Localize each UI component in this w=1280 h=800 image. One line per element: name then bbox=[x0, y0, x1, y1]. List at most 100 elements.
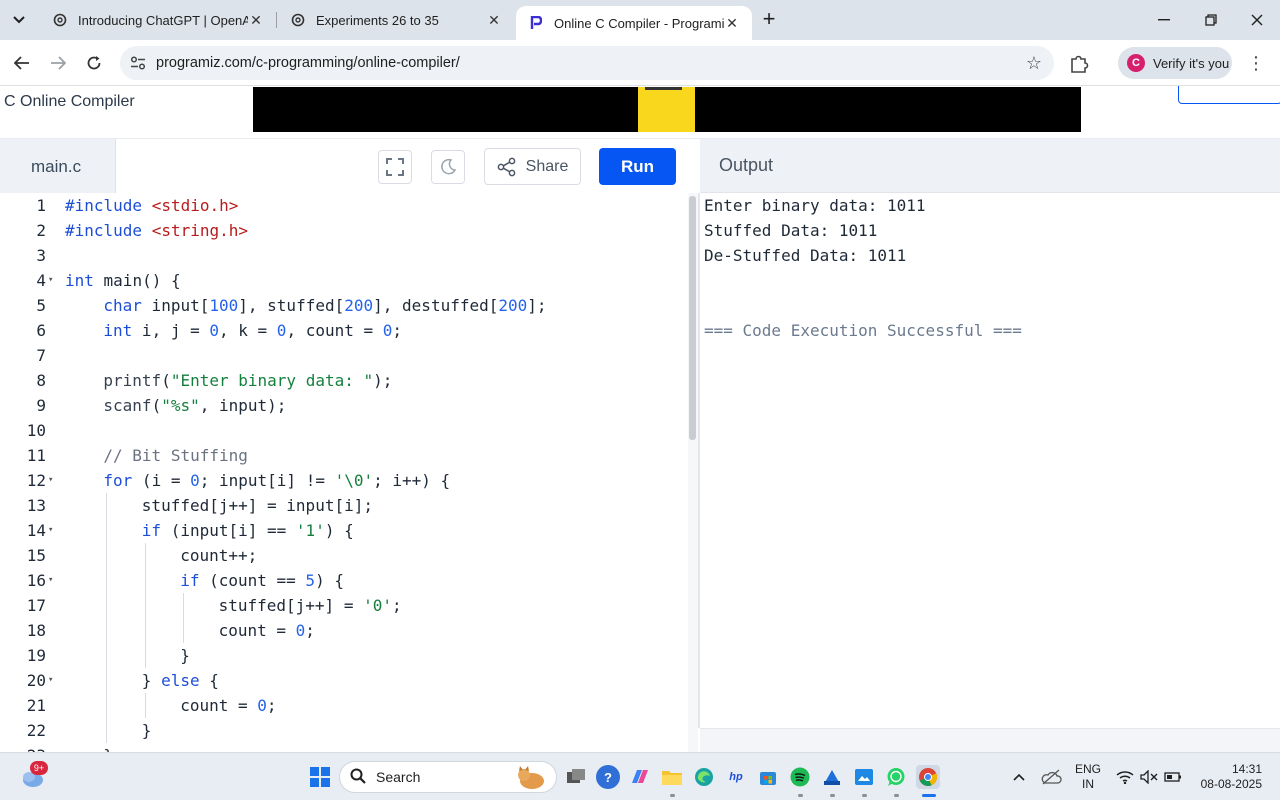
fold-toggle-icon[interactable]: ▾ bbox=[48, 268, 58, 293]
line-number: 18 bbox=[26, 621, 46, 640]
copilot-icon[interactable] bbox=[628, 765, 652, 789]
file-tab-main-c[interactable]: main.c bbox=[0, 139, 116, 194]
fold-toggle-icon[interactable]: ▾ bbox=[48, 468, 58, 493]
line-number: 9 bbox=[36, 396, 46, 415]
code-line[interactable]: 10 bbox=[0, 418, 690, 443]
back-arrow-icon[interactable] bbox=[8, 50, 36, 76]
code-line[interactable]: 20 ▾} else { bbox=[0, 668, 690, 693]
line-number: 19 bbox=[26, 646, 46, 665]
close-tab-icon[interactable]: ✕ bbox=[486, 12, 502, 29]
restore-icon[interactable] bbox=[1188, 0, 1234, 40]
tab-introducing-chatgpt[interactable]: Introducing ChatGPT | OpenAI ✕ bbox=[40, 0, 276, 40]
extensions-puzzle-icon[interactable] bbox=[1068, 52, 1092, 74]
code-line[interactable]: 14 ▾ if (input[i] == '1') { bbox=[0, 518, 690, 543]
tab-experiments[interactable]: Experiments 26 to 35 ✕ bbox=[278, 0, 514, 40]
indent-guide bbox=[144, 543, 146, 568]
code-line[interactable]: 15 count++; bbox=[0, 543, 690, 568]
fold-toggle-icon[interactable]: ▾ bbox=[48, 668, 58, 693]
code-line[interactable]: 9 scanf("%s", input); bbox=[0, 393, 690, 418]
new-tab-icon[interactable]: + bbox=[758, 8, 780, 32]
browser-menu-icon[interactable]: ⋮ bbox=[1246, 52, 1266, 74]
code-line[interactable]: 21 count = 0; bbox=[0, 693, 690, 718]
battery-icon[interactable] bbox=[1162, 753, 1184, 800]
code-text: printf("Enter binary data: "); bbox=[103, 371, 393, 390]
address-bar[interactable]: programiz.com/c-programming/online-compi… bbox=[120, 46, 1054, 80]
gallery-app-icon[interactable] bbox=[820, 765, 844, 789]
code-text: stuffed[j++] = input[i]; bbox=[141, 496, 373, 515]
output-line: De-Stuffed Data: 1011 bbox=[704, 246, 907, 265]
code-line[interactable]: 13 stuffed[j++] = input[i]; bbox=[0, 493, 690, 518]
code-line[interactable]: 8 printf("Enter binary data: "); bbox=[0, 368, 690, 393]
tab-title: Introducing ChatGPT | OpenAI bbox=[78, 12, 248, 28]
system-clock[interactable]: 14:31 08-08-2025 bbox=[1188, 762, 1274, 792]
indent-guide bbox=[106, 518, 108, 543]
whatsapp-icon[interactable] bbox=[884, 765, 908, 789]
language-indicator[interactable]: ENG IN bbox=[1072, 762, 1104, 792]
close-tab-icon[interactable]: ✕ bbox=[248, 12, 264, 29]
minimize-icon[interactable] bbox=[1141, 0, 1187, 40]
line-number: 16 bbox=[26, 571, 46, 590]
indent-guide bbox=[183, 593, 185, 618]
code-line[interactable]: 19} bbox=[0, 643, 690, 668]
run-button[interactable]: Run bbox=[599, 148, 676, 185]
code-line[interactable]: 5 char input[100], stuffed[200], destuffe… bbox=[0, 293, 690, 318]
bookmark-star-icon[interactable]: ☆ bbox=[1014, 53, 1054, 74]
code-line[interactable]: 2 #include <string.h> bbox=[0, 218, 690, 243]
task-view-icon[interactable] bbox=[564, 765, 588, 789]
share-button[interactable]: Share bbox=[484, 148, 581, 185]
hp-app-icon[interactable]: hp bbox=[724, 765, 748, 789]
help-icon[interactable]: ? bbox=[596, 765, 620, 789]
onedrive-cloud-icon[interactable] bbox=[1038, 753, 1064, 800]
chrome-icon[interactable] bbox=[916, 765, 940, 789]
close-tab-icon[interactable]: ✕ bbox=[724, 15, 740, 32]
verify-label: Verify it's you bbox=[1153, 55, 1230, 71]
code-line[interactable]: 7 bbox=[0, 343, 690, 368]
code-line[interactable]: 4 ▾ int main() { bbox=[0, 268, 690, 293]
code-line[interactable]: 3 bbox=[0, 243, 690, 268]
code-editor[interactable]: 1 #include <stdio.h> 2 #include <string.h> 3… bbox=[0, 193, 698, 752]
photos-app-icon[interactable] bbox=[852, 765, 876, 789]
profile-verify-button[interactable]: C Verify it's you bbox=[1118, 47, 1232, 79]
file-explorer-icon[interactable] bbox=[660, 765, 684, 789]
site-info-icon[interactable] bbox=[120, 56, 156, 70]
code-text: if (count == 5) { bbox=[180, 571, 344, 590]
code-line[interactable]: 18 count = 0; bbox=[0, 618, 690, 643]
line-number: 5 bbox=[36, 296, 46, 315]
code-line[interactable]: 22} bbox=[0, 718, 690, 743]
code-line[interactable]: 16 ▾ if (count == 5) { bbox=[0, 568, 690, 593]
notification-badge: 9+ bbox=[30, 761, 48, 775]
code-line[interactable]: 23} bbox=[0, 743, 690, 752]
edge-browser-icon[interactable] bbox=[692, 765, 716, 789]
wifi-icon[interactable] bbox=[1114, 753, 1136, 800]
line-number: 4 bbox=[36, 271, 46, 290]
line-number: 20 bbox=[26, 671, 46, 690]
code-line[interactable]: 6 int i, j = 0, k = 0, count = 0; bbox=[0, 318, 690, 343]
reload-icon[interactable] bbox=[80, 50, 108, 76]
code-line[interactable]: 12 ▾ for (i = 0; input[i] != '\0'; i++) { bbox=[0, 468, 690, 493]
ad-banner[interactable] bbox=[253, 87, 1081, 132]
windows-start-icon[interactable] bbox=[308, 765, 332, 789]
taskbar-search-input[interactable]: Search bbox=[339, 761, 557, 793]
dark-mode-moon-icon[interactable] bbox=[431, 150, 465, 184]
browser-toolbar: programiz.com/c-programming/online-compi… bbox=[0, 40, 1280, 86]
code-line[interactable]: 17 stuffed[j++] = '0'; bbox=[0, 593, 690, 618]
line-number: 21 bbox=[26, 696, 46, 715]
tab-online-c-compiler[interactable]: Online C Compiler - Programiz ✕ bbox=[516, 6, 752, 40]
microsoft-store-icon[interactable] bbox=[756, 765, 780, 789]
forward-arrow-icon[interactable] bbox=[44, 50, 72, 76]
ad-banner-logo bbox=[638, 87, 695, 132]
code-line[interactable]: 11 // Bit Stuffing bbox=[0, 443, 690, 468]
tab-search-chevron-icon[interactable] bbox=[6, 8, 32, 32]
fold-toggle-icon[interactable]: ▾ bbox=[48, 568, 58, 593]
header-corner-button[interactable] bbox=[1178, 86, 1280, 104]
spotify-icon[interactable] bbox=[788, 765, 812, 789]
code-line[interactable]: 1 #include <stdio.h> bbox=[0, 193, 690, 218]
openai-icon bbox=[52, 12, 68, 28]
show-hidden-icons-chevron-icon[interactable] bbox=[1008, 753, 1030, 800]
openai-icon bbox=[290, 12, 306, 28]
close-window-icon[interactable] bbox=[1234, 0, 1280, 40]
fullscreen-icon[interactable] bbox=[378, 150, 412, 184]
fold-toggle-icon[interactable]: ▾ bbox=[48, 518, 58, 543]
editor-scrollbar-thumb[interactable] bbox=[689, 196, 696, 440]
volume-muted-icon[interactable] bbox=[1138, 753, 1160, 800]
